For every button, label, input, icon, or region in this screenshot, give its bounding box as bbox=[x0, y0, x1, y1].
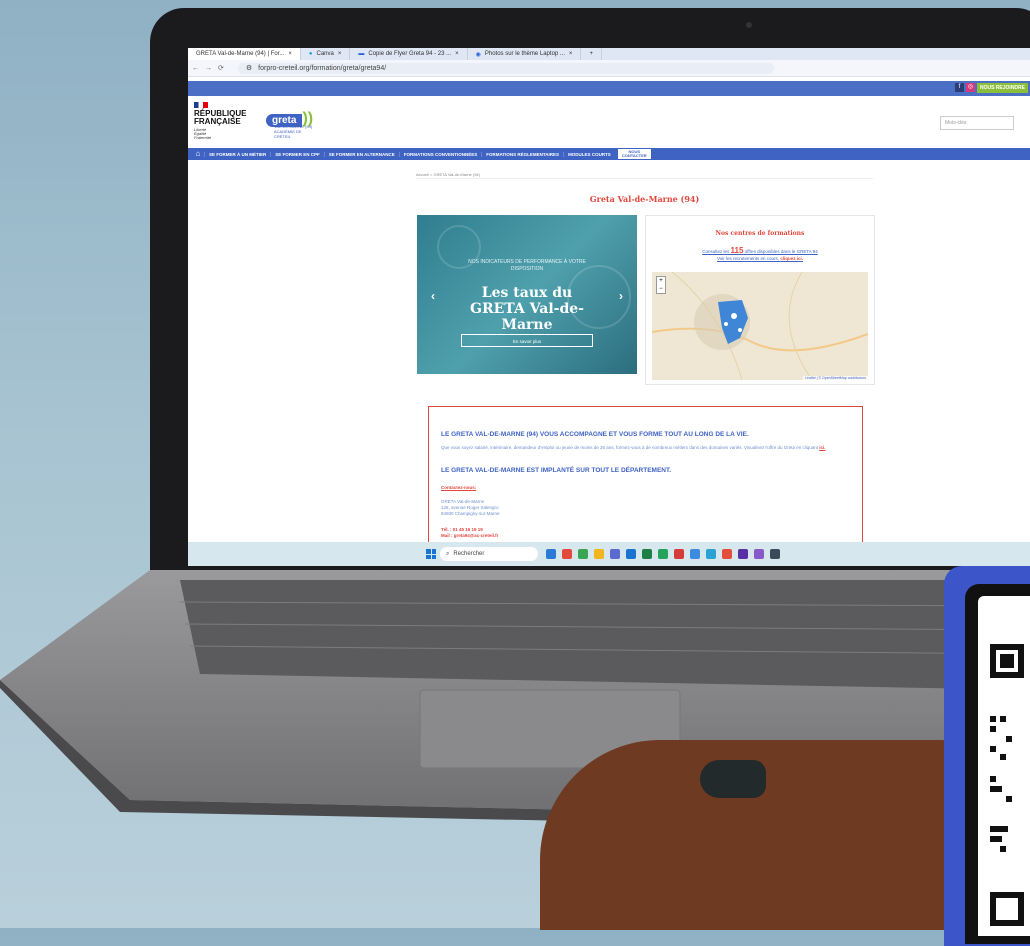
close-icon[interactable]: × bbox=[455, 51, 459, 57]
slider-kicker: NOS INDICATEURS DE PERFORMANCE À VOTRE D… bbox=[468, 259, 586, 272]
browser-tab-greta[interactable]: GRETA Val-de-Marne (94) | For... × bbox=[188, 48, 301, 60]
site-header: RÉPUBLIQUE FRANÇAISE Liberté Égalité Fra… bbox=[188, 96, 1030, 148]
join-us-button[interactable]: NOUS REJOINDRE bbox=[976, 83, 1028, 93]
close-icon[interactable]: × bbox=[338, 51, 342, 57]
greta-logo[interactable]: greta)) VAL-DE-MARNE (94) ACADÉMIE DE CR… bbox=[266, 110, 314, 139]
slider-headline: Les taux du GRETA Val-de-Marne bbox=[470, 285, 584, 333]
taskbar-apps bbox=[546, 549, 780, 559]
taskbar-app-icon[interactable] bbox=[754, 549, 764, 559]
nav-contact-button[interactable]: NOUS CONTACTER bbox=[617, 149, 651, 159]
devise-label: Liberté Égalité Fraternité bbox=[194, 127, 212, 140]
taskbar-app-icon[interactable] bbox=[626, 549, 636, 559]
drive-icon: ▬ bbox=[358, 51, 365, 57]
site-settings-icon[interactable]: ⚙ bbox=[246, 64, 252, 72]
taskbar-app-icon[interactable] bbox=[690, 549, 700, 559]
main-navigation: ⌂ SE FORMER À UN MÉTIER SE FORMER EN CPF… bbox=[188, 148, 1030, 160]
offers-link[interactable]: Consultez les 115 offres disponibles dan… bbox=[646, 246, 874, 255]
map-zoom-control[interactable]: + − bbox=[656, 276, 666, 294]
qr-code[interactable] bbox=[978, 596, 1030, 936]
email-address[interactable]: Mail : greta94@ac-creteil.fr bbox=[441, 533, 498, 539]
taskbar-app-icon[interactable] bbox=[610, 549, 620, 559]
nav-item-modules-courts[interactable]: MODULES COURTS bbox=[563, 151, 615, 157]
back-forward-reload-icons[interactable]: ←→⟳ bbox=[192, 64, 230, 72]
home-icon[interactable]: ⌂ bbox=[192, 148, 204, 160]
nav-item-alternance[interactable]: SE FORMER EN ALTERNANCE bbox=[323, 151, 399, 157]
nav-item-reglementaires[interactable]: FORMATIONS RÉGLEMENTAIRES bbox=[481, 151, 563, 157]
french-flag-icon bbox=[194, 102, 208, 108]
chevron-left-icon[interactable]: ‹ bbox=[431, 289, 435, 303]
browser-tab-strip: GRETA Val-de-Marne (94) | For... × ● Canva… bbox=[188, 48, 1030, 60]
address-bar: ←→⟳ ⚙ forpro-creteil.org/formation/greta… bbox=[188, 60, 1030, 77]
training-centres-box: Nos centres de formations Consultez les … bbox=[645, 215, 875, 385]
postal-address: GRETA Val-de-Marne 128, avenue Roger Sal… bbox=[441, 499, 500, 516]
windows-start-icon[interactable] bbox=[426, 549, 436, 559]
search-input[interactable]: Mots-clés bbox=[940, 116, 1014, 130]
contact-link[interactable]: Contactez-nous: bbox=[441, 485, 476, 490]
divider bbox=[416, 178, 873, 179]
close-icon[interactable]: × bbox=[288, 51, 292, 57]
new-tab-button[interactable]: + bbox=[581, 48, 602, 60]
slider-more-button[interactable]: En savoir plus bbox=[461, 334, 593, 347]
site-top-bar: f ◎ in NOUS REJOINDRE bbox=[188, 81, 1030, 96]
chevron-right-icon[interactable]: › bbox=[619, 289, 623, 303]
taskbar: ⌕ Rechercher bbox=[188, 542, 1030, 566]
indicators-slider[interactable]: NOS INDICATEURS DE PERFORMANCE À VOTRE D… bbox=[417, 215, 637, 374]
laptop-screen: GRETA Val-de-Marne (94) | For... × ● Canva… bbox=[188, 48, 1030, 566]
map-attribution[interactable]: Leaflet | © OpenStreetMap contributors bbox=[803, 376, 868, 380]
facebook-icon[interactable]: f bbox=[955, 83, 964, 92]
offer-link[interactable]: ici. bbox=[819, 445, 825, 450]
taskbar-app-icon[interactable] bbox=[674, 549, 684, 559]
taskbar-app-icon[interactable] bbox=[738, 549, 748, 559]
page-title: Greta Val-de-Marne (94) bbox=[589, 194, 700, 204]
qr-pattern bbox=[990, 644, 1024, 926]
webcam bbox=[746, 22, 752, 28]
fingernail bbox=[700, 760, 766, 798]
nav-item-conventionnees[interactable]: FORMATIONS CONVENTIONNÉES bbox=[398, 151, 481, 157]
logo-parenthesis-icon: )) bbox=[302, 110, 314, 127]
google-icon: ◉ bbox=[475, 51, 481, 58]
department-heading: LE GRETA VAL-DE-MARNE EST IMPLANTÉ SUR T… bbox=[441, 467, 672, 474]
browser-tab-flyer[interactable]: ▬ Copie de Flyer Greta 94 - 23 ... × bbox=[350, 48, 468, 60]
recruitment-link[interactable]: Voir les recrutements en cours, cliquez … bbox=[646, 256, 874, 261]
nav-item-cpf[interactable]: SE FORMER EN CPF bbox=[270, 151, 324, 157]
republique-francaise-label: RÉPUBLIQUE FRANÇAISE bbox=[194, 109, 247, 126]
taskbar-app-icon[interactable] bbox=[770, 549, 780, 559]
nav-item-metier[interactable]: SE FORMER À UN MÉTIER bbox=[204, 151, 270, 157]
taskbar-app-icon[interactable] bbox=[706, 549, 716, 559]
centres-map[interactable]: + − Leaflet | © OpenStreetMap contributor… bbox=[652, 272, 868, 380]
browser-tab-photos[interactable]: ◉ Photos sur le thème Laptop ... × bbox=[468, 48, 582, 60]
taskbar-app-icon[interactable] bbox=[594, 549, 604, 559]
url-field[interactable]: ⚙ forpro-creteil.org/formation/greta/gre… bbox=[237, 62, 774, 74]
browser-tab-canva[interactable]: ● Canva × bbox=[301, 48, 351, 60]
presentation-text: Que vous soyez salarié, intérimaire, dem… bbox=[441, 445, 826, 450]
contact-details: Tél. : 01 45 16 19 19 Mail : greta94@ac-… bbox=[441, 527, 498, 539]
taskbar-app-icon[interactable] bbox=[642, 549, 652, 559]
centres-title: Nos centres de formations bbox=[715, 230, 805, 237]
taskbar-app-icon[interactable] bbox=[722, 549, 732, 559]
hand-holding-laptop bbox=[540, 740, 1000, 930]
taskbar-app-icon[interactable] bbox=[578, 549, 588, 559]
canva-icon: ● bbox=[308, 51, 313, 57]
instagram-icon[interactable]: ◎ bbox=[966, 83, 975, 92]
breadcrumb[interactable]: Accueil > GRETA Val-de-Marne (94) bbox=[416, 172, 480, 177]
map-graphic bbox=[652, 272, 868, 380]
taskbar-search[interactable]: ⌕ Rechercher bbox=[440, 547, 538, 561]
taskbar-app-icon[interactable] bbox=[546, 549, 556, 559]
taskbar-app-icon[interactable] bbox=[658, 549, 668, 559]
taskbar-app-icon[interactable] bbox=[562, 549, 572, 559]
search-icon: ⌕ bbox=[446, 550, 450, 557]
close-icon[interactable]: × bbox=[569, 51, 573, 57]
presentation-heading: LE GRETA VAL-DE-MARNE (94) VOUS ACCOMPAG… bbox=[441, 431, 749, 438]
